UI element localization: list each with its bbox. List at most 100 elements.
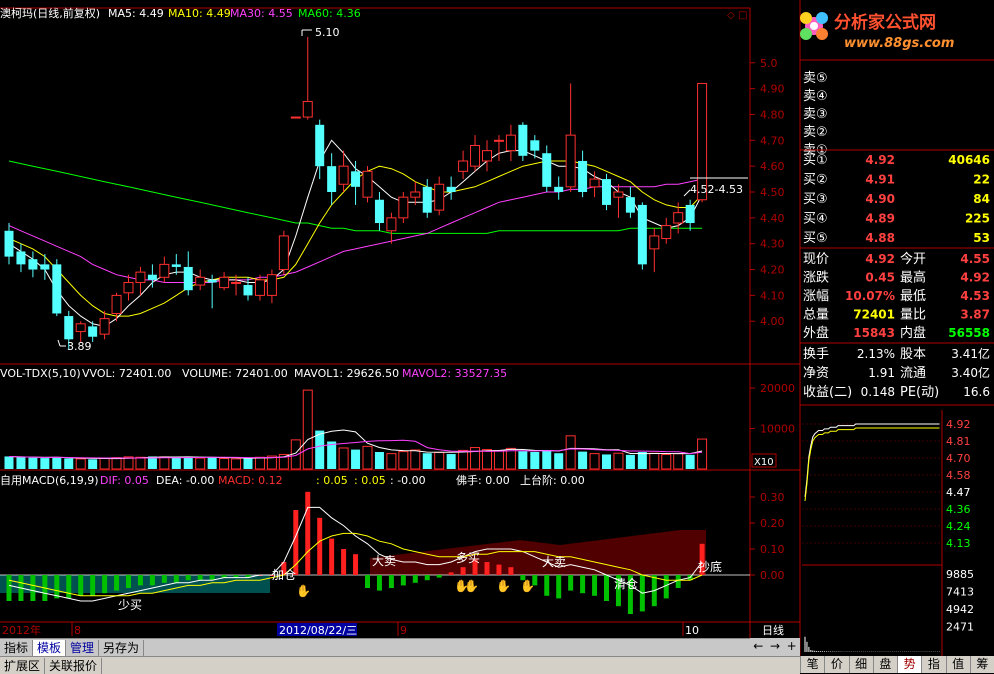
tab-manage[interactable]: 管理 [66, 639, 100, 656]
quote-label: 总量 [803, 308, 829, 323]
fund-label: 股本 [900, 347, 926, 362]
macd-bar [305, 491, 311, 575]
mini-vol-tick: 2471 [946, 621, 974, 634]
candle-body [458, 160, 469, 172]
signal-label: 大卖 [372, 554, 396, 568]
candle-body [183, 266, 193, 291]
hand-icon: ✋ [296, 584, 311, 598]
stock-chart-canvas[interactable]: 澳柯玛(日线,前复权) MA5: 4.49 MA10: 4.49 MA30: 4… [0, 0, 994, 673]
price-tick-label: 4.10 [760, 289, 785, 302]
volume-bar [649, 452, 660, 470]
macd-bar [365, 575, 370, 588]
aux3-label: : -0.00 [390, 474, 426, 487]
candle-body [362, 170, 373, 198]
mini-price-tick: 4.13 [946, 537, 971, 550]
mini-price-tick: 4.36 [946, 503, 971, 516]
price-tick-label: 4.20 [760, 264, 785, 277]
fund-label: 净资 [803, 366, 829, 381]
volume-bar [542, 449, 552, 469]
buy-level-volume: 225 [965, 212, 990, 226]
candle-body [422, 186, 432, 213]
fund-value: 1.91 [868, 366, 895, 380]
buy-level-volume: 84 [973, 192, 990, 206]
candle-body [482, 150, 492, 162]
window-square-icon[interactable]: □ [738, 10, 747, 21]
candle-body [111, 294, 122, 314]
signal-label: 加仓 [272, 568, 296, 582]
volume-bar [219, 457, 230, 470]
tab-chips[interactable]: 筹 [969, 656, 994, 673]
macd-bar [161, 575, 167, 583]
tab-detail[interactable]: 细 [848, 656, 873, 673]
next-button[interactable]: → [767, 638, 784, 655]
tab-related-quotes[interactable]: 关联报价 [45, 657, 103, 674]
macd-bar [173, 575, 179, 583]
tab-index[interactable]: 指 [921, 656, 945, 673]
volume-bar [398, 451, 409, 470]
volume-bar [613, 452, 624, 470]
macd-bar [6, 575, 12, 601]
volume-bar [673, 453, 684, 470]
volume-bar [458, 449, 469, 470]
x10-badge[interactable]: X10 [751, 453, 777, 468]
volume-bar [685, 454, 695, 469]
prev-button[interactable]: ← [750, 638, 767, 655]
mavol1-label: MAVOL1: 29626.50 [294, 367, 399, 380]
candle-body [171, 264, 181, 267]
tab-extension-area[interactable]: 扩展区 [0, 657, 46, 674]
candle-body [4, 230, 14, 257]
tab-indicator[interactable]: 指标 [0, 639, 34, 656]
tab-price[interactable]: 价 [824, 656, 848, 673]
quote-value: 4.53 [960, 289, 990, 303]
candle-body [302, 101, 313, 118]
tab-template[interactable]: 模板 [33, 639, 67, 656]
volume-bar [327, 441, 337, 469]
logo-name: 分析家公式网 [834, 12, 936, 33]
candle-body [64, 316, 74, 340]
tab-trend[interactable]: 势 [897, 656, 922, 673]
candle-body [470, 144, 481, 167]
volume-bar [302, 389, 313, 470]
price-tick-label: 4.00 [760, 315, 785, 328]
volume-bar [578, 451, 588, 469]
period-label[interactable]: 日线 [762, 623, 784, 637]
volume-bar [111, 457, 122, 470]
candle-body [518, 124, 528, 156]
candle-body [542, 153, 552, 187]
quote-label: 涨幅 [803, 289, 829, 304]
macd-bar [78, 575, 84, 596]
tab-value[interactable]: 值 [945, 656, 970, 673]
fund-label: PE(动) [900, 385, 939, 400]
volume-bar [4, 456, 14, 469]
ma60-label: MA60: 4.36 [298, 7, 361, 20]
window-diamond-icon[interactable]: ◇ [727, 10, 735, 21]
quote-label: 外盘 [803, 325, 829, 341]
candle-body [99, 318, 110, 335]
tab-save-as[interactable]: 另存为 [99, 639, 145, 656]
tab-trades[interactable]: 笔 [800, 656, 824, 673]
mini-price-tick: 4.92 [946, 418, 971, 431]
volume-bar [374, 452, 384, 469]
macd-bar [484, 562, 490, 575]
sell-level-label: 卖⑤ [803, 71, 828, 86]
macd-bar [568, 575, 574, 591]
tab-board[interactable]: 盘 [872, 656, 897, 673]
fund-label: 收益(二) [803, 385, 852, 400]
buy-level-label: 买④ [803, 212, 828, 227]
macd-bar [185, 575, 191, 581]
ma30-label: MA30: 4.55 [230, 7, 293, 20]
quote-value: 4.92 [865, 252, 895, 266]
candle-body [88, 326, 98, 337]
macd-bar [496, 564, 502, 575]
buy-level-price: 4.88 [865, 231, 895, 245]
quote-value: 4.92 [960, 271, 990, 285]
add-button[interactable]: + [783, 638, 800, 655]
ma5-label: MA5: 4.49 [108, 7, 164, 20]
price-tick-label: 5.0 [760, 57, 778, 70]
macd-bar [317, 517, 323, 575]
candle-body [505, 134, 516, 152]
volume-bar [64, 458, 74, 469]
mini-vol-tick: 7413 [946, 586, 974, 599]
signal-label: 清仓 [614, 577, 638, 591]
candle-body [338, 165, 349, 185]
